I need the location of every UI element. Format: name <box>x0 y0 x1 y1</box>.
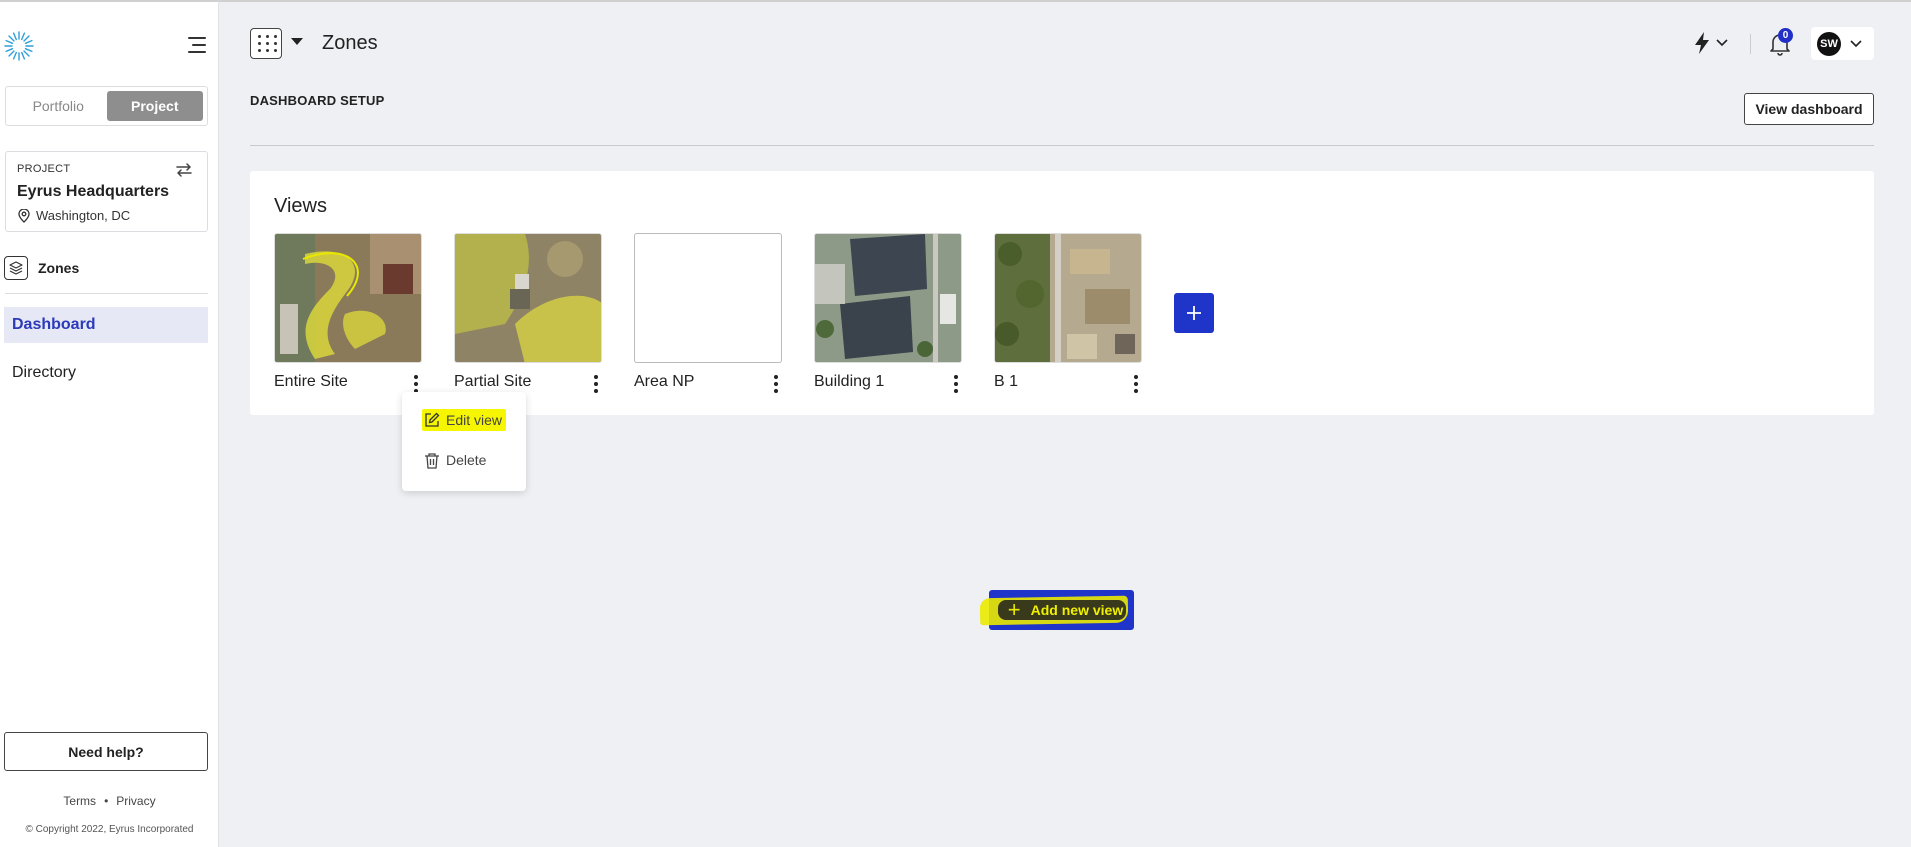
plus-icon <box>1187 306 1201 320</box>
views-card: Views Entire Site Partial Site Area NP B… <box>250 171 1874 415</box>
add-new-view-content: + Add new view <box>997 597 1126 622</box>
chevron-down-icon <box>1716 39 1728 47</box>
switch-project-icon[interactable] <box>175 161 193 179</box>
eyrus-logo[interactable] <box>3 30 35 62</box>
view-label: Area NP <box>634 373 695 390</box>
view-label: Partial Site <box>454 373 532 390</box>
zones-link-label: Zones <box>38 260 80 276</box>
view-label: B 1 <box>994 373 1019 390</box>
project-name: Eyrus Headquarters <box>17 183 170 200</box>
project-location-text: Washington, DC <box>36 208 131 223</box>
topbar-border <box>219 0 1911 2</box>
sidebar-divider <box>5 293 208 294</box>
need-help-button[interactable]: Need help? <box>4 732 208 771</box>
notification-count-badge: 0 <box>1778 28 1793 43</box>
view-thumbnail[interactable] <box>274 233 422 363</box>
aerial-construction-image <box>995 234 1141 362</box>
view-thumbnail[interactable] <box>994 233 1142 363</box>
more-options-icon[interactable] <box>952 375 960 393</box>
view-tile-partial-site: Partial Site <box>454 233 602 393</box>
view-tile-building-1: Building 1 <box>814 233 962 393</box>
app-grid-icon[interactable] <box>250 28 282 59</box>
footer-separator: • <box>104 794 109 808</box>
project-location: Washington, DC <box>18 208 130 223</box>
aerial-site-image <box>275 234 421 362</box>
view-options-dropdown: Edit view Delete <box>402 392 526 491</box>
footer-links: Terms • Privacy <box>0 794 219 808</box>
toggle-project[interactable]: Project <box>106 91 203 121</box>
view-label: Building 1 <box>814 373 885 390</box>
trash-icon <box>425 452 439 469</box>
aerial-building-image <box>815 234 961 362</box>
nav-item-dashboard[interactable]: Dashboard <box>4 307 208 343</box>
aerial-partial-image <box>455 234 601 362</box>
content-divider <box>250 145 1874 146</box>
view-label: Entire Site <box>274 373 348 390</box>
add-new-view-label: Add new view <box>1030 602 1124 618</box>
more-options-icon[interactable] <box>772 375 780 393</box>
view-thumbnail[interactable] <box>634 233 782 363</box>
add-view-tile-button[interactable] <box>1174 293 1214 333</box>
view-tile-b-1: B 1 <box>994 233 1142 393</box>
delete-view-menu-item[interactable]: Delete <box>424 449 486 471</box>
toggle-portfolio[interactable]: Portfolio <box>10 91 107 121</box>
more-options-icon[interactable] <box>592 375 600 393</box>
edit-view-menu-item[interactable]: Edit view <box>422 409 507 431</box>
topbar-separator <box>1750 34 1751 54</box>
view-tile-entire-site: Entire Site <box>274 233 422 393</box>
avatar: SW <box>1817 31 1841 56</box>
chevron-down-icon <box>1850 39 1862 47</box>
view-tile-area-np: Area NP <box>634 233 782 393</box>
caret-down-icon[interactable] <box>291 38 303 45</box>
layers-icon <box>4 256 28 280</box>
edit-icon <box>425 412 440 427</box>
hamburger-menu-icon[interactable] <box>184 36 206 54</box>
nav-item-directory[interactable]: Directory <box>4 355 208 391</box>
edit-view-label: Edit view <box>446 412 503 428</box>
privacy-link[interactable]: Privacy <box>116 794 155 808</box>
add-new-view-button[interactable]: + Add new view <box>979 590 1134 630</box>
copyright-text: © Copyright 2022, Eyrus Incorporated <box>25 824 194 835</box>
section-title: DASHBOARD SETUP <box>250 93 385 108</box>
user-menu-button[interactable]: SW <box>1811 27 1874 60</box>
quick-actions-button[interactable] <box>1694 31 1736 55</box>
more-options-icon[interactable] <box>412 375 420 393</box>
view-thumbnail[interactable] <box>814 233 962 363</box>
delete-label: Delete <box>446 452 487 468</box>
terms-link[interactable]: Terms <box>63 794 96 808</box>
views-title: Views <box>274 195 327 217</box>
project-card-label: PROJECT <box>17 163 71 175</box>
page-title: Zones <box>322 32 378 54</box>
location-pin-icon <box>18 208 30 223</box>
project-card: PROJECT Eyrus Headquarters Washington, D… <box>5 151 208 232</box>
lightning-bolt-icon <box>1695 32 1709 54</box>
sidebar: Portfolio Project PROJECT Eyrus Headquar… <box>0 0 219 847</box>
portfolio-project-toggle: Portfolio Project <box>5 86 208 126</box>
view-dashboard-button[interactable]: View dashboard <box>1744 93 1874 125</box>
zones-link[interactable]: Zones <box>4 256 79 280</box>
plus-icon: + <box>1007 597 1021 622</box>
view-thumbnail[interactable] <box>454 233 602 363</box>
more-options-icon[interactable] <box>1132 375 1140 393</box>
